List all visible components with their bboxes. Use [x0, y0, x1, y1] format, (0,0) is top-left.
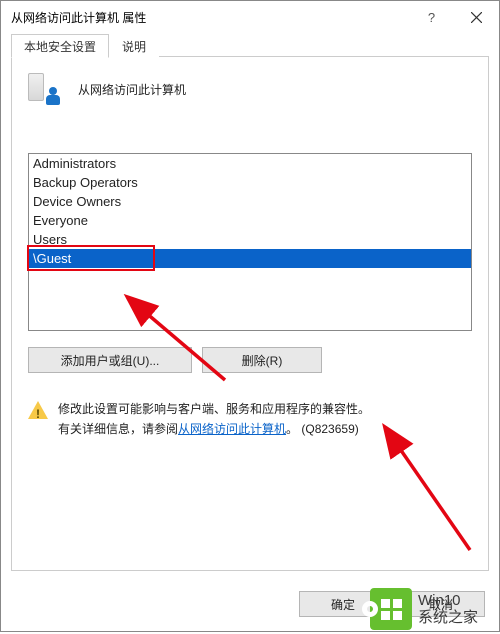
help-button[interactable]: ?: [409, 1, 454, 33]
listbox-wrap: Administrators Backup Operators Device O…: [28, 107, 472, 331]
tab-local-security[interactable]: 本地安全设置: [11, 34, 109, 58]
info-line1: 修改此设置可能影响与客户端、服务和应用程序的兼容性。: [58, 399, 370, 419]
tab-label: 本地安全设置: [24, 38, 96, 55]
warning-icon: [28, 401, 48, 421]
dialog-window: 从网络访问此计算机 属性 ? 本地安全设置 说明 从网络访问此计算机 Admin…: [0, 0, 500, 632]
remove-button[interactable]: 删除(R): [202, 347, 322, 373]
close-icon: [471, 12, 482, 23]
list-item[interactable]: Everyone: [29, 211, 471, 230]
info-text: 修改此设置可能影响与客户端、服务和应用程序的兼容性。 有关详细信息，请参阅从网络…: [58, 399, 370, 440]
button-label: 确定: [331, 596, 355, 613]
tab-panel: 从网络访问此计算机 Administrators Backup Operator…: [11, 57, 489, 571]
policy-title: 从网络访问此计算机: [78, 81, 186, 98]
list-item[interactable]: Backup Operators: [29, 173, 471, 192]
listbox-buttons: 添加用户或组(U)... 删除(R): [28, 347, 472, 373]
button-label: 删除(R): [242, 352, 283, 369]
list-item-selected[interactable]: \Guest: [29, 249, 471, 268]
watermark-text: Win10 系统之家: [418, 592, 478, 627]
tab-strip: 本地安全设置 说明: [11, 33, 489, 57]
close-button[interactable]: [454, 1, 499, 33]
users-listbox[interactable]: Administrators Backup Operators Device O…: [28, 153, 472, 331]
list-item[interactable]: Users: [29, 230, 471, 249]
info-line2: 有关详细信息，请参阅从网络访问此计算机。 (Q823659): [58, 419, 370, 439]
tab-explain[interactable]: 说明: [109, 34, 159, 58]
dialog-content: 本地安全设置 说明 从网络访问此计算机 Administrators Backu…: [1, 33, 499, 581]
tab-label: 说明: [122, 38, 146, 55]
titlebar: 从网络访问此计算机 属性 ?: [1, 1, 499, 33]
add-user-button[interactable]: 添加用户或组(U)...: [28, 347, 192, 373]
list-item[interactable]: Administrators: [29, 154, 471, 173]
policy-header: 从网络访问此计算机: [28, 71, 472, 107]
list-item[interactable]: Device Owners: [29, 192, 471, 211]
help-link[interactable]: 从网络访问此计算机: [178, 422, 286, 436]
info-block: 修改此设置可能影响与客户端、服务和应用程序的兼容性。 有关详细信息，请参阅从网络…: [28, 399, 472, 440]
watermark-logo-icon: [370, 588, 412, 630]
policy-icon: [28, 71, 60, 107]
button-label: 添加用户或组(U)...: [61, 352, 160, 369]
watermark: Win10 系统之家: [370, 584, 500, 634]
window-title: 从网络访问此计算机 属性: [11, 9, 146, 26]
